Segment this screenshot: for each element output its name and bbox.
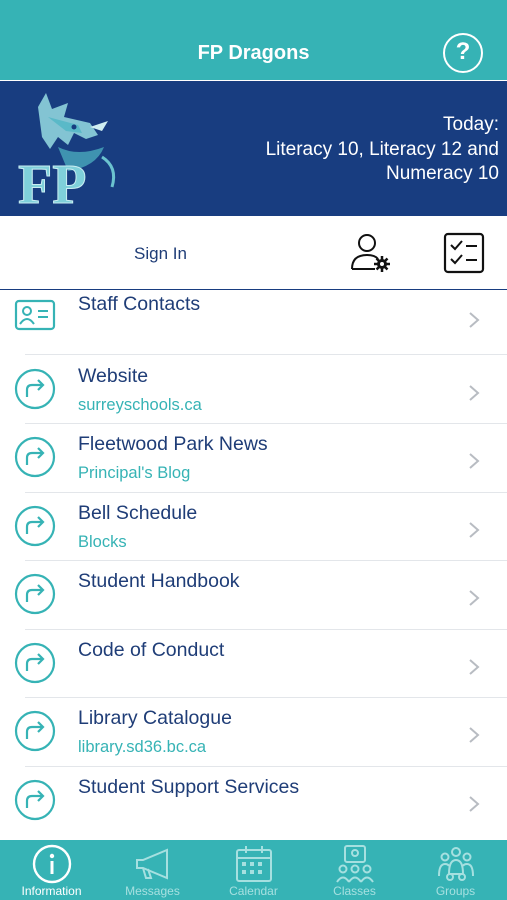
info-icon xyxy=(32,844,72,884)
menu-item-student-support-services[interactable]: Student Support Services xyxy=(0,767,507,835)
checklist-icon[interactable] xyxy=(443,232,485,274)
groups-icon xyxy=(438,847,474,881)
menu-item-subtitle: surreyschools.ca xyxy=(78,396,202,414)
menu-item-code-of-conduct[interactable]: Code of Conduct xyxy=(0,630,507,698)
app-header: FP Dragons ? xyxy=(0,0,507,80)
today-line-3: Numeracy 10 xyxy=(386,163,499,184)
menu-item-title: Library Catalogue xyxy=(78,707,232,729)
menu-item-website[interactable]: Website surreyschools.ca xyxy=(0,356,507,424)
contact-card-icon xyxy=(14,299,56,331)
school-banner: FP Today: Literacy 10, Literacy 12 and N… xyxy=(0,81,507,216)
app-title: FP Dragons xyxy=(197,42,310,64)
menu-item-title: Code of Conduct xyxy=(78,639,225,661)
menu-item-title: Student Handbook xyxy=(78,570,240,592)
tab-label: Messages xyxy=(125,884,180,898)
help-button[interactable]: ? xyxy=(443,33,483,73)
chevron-right-icon xyxy=(469,796,480,812)
chevron-right-icon xyxy=(469,385,480,401)
menu-item-title: Bell Schedule xyxy=(78,502,198,524)
menu-item-bell-schedule[interactable]: Bell Schedule Blocks xyxy=(0,493,507,561)
user-settings-icon[interactable] xyxy=(349,231,391,273)
school-logo: FP xyxy=(18,93,116,211)
logo-text: FP xyxy=(18,154,86,211)
share-arrow-icon xyxy=(14,573,56,615)
tab-messages[interactable]: Messages xyxy=(102,840,203,900)
sign-in-link[interactable]: Sign In xyxy=(134,244,187,264)
menu-item-subtitle: library.sd36.bc.ca xyxy=(78,738,207,756)
share-arrow-icon xyxy=(14,710,56,752)
menu-item-title: Student Support Services xyxy=(78,776,300,798)
megaphone-icon xyxy=(136,848,168,880)
menu-item-subtitle: Blocks xyxy=(78,533,127,551)
tab-label: Groups xyxy=(435,884,476,898)
menu-item-title: Website xyxy=(78,365,149,387)
chevron-right-icon xyxy=(469,312,480,328)
menu-item-fleetwood-park-news[interactable]: Fleetwood Park News Principal's Blog xyxy=(0,424,507,493)
tab-classes[interactable]: Classes xyxy=(304,840,405,900)
share-arrow-icon xyxy=(14,436,56,478)
tab-information[interactable]: Information xyxy=(1,840,102,900)
chevron-right-icon xyxy=(469,727,480,743)
classes-icon xyxy=(336,845,374,883)
chevron-right-icon xyxy=(469,659,480,675)
menu-item-student-handbook[interactable]: Student Handbook xyxy=(0,561,507,630)
tab-label: Classes xyxy=(333,884,376,898)
chevron-right-icon xyxy=(469,453,480,469)
account-bar: Sign In xyxy=(0,216,507,290)
menu-item-title: Staff Contacts xyxy=(78,293,201,315)
menu-item-title: Fleetwood Park News xyxy=(78,433,268,455)
share-arrow-icon xyxy=(14,642,56,684)
bottom-tab-bar: Information Messages Calendar Classes Gr… xyxy=(0,840,507,900)
tab-groups[interactable]: Groups xyxy=(405,840,506,900)
tab-calendar[interactable]: Calendar xyxy=(203,840,304,900)
row-separator xyxy=(25,354,507,355)
menu-item-subtitle: Principal's Blog xyxy=(78,464,191,482)
tab-label: Information xyxy=(21,884,82,898)
share-arrow-icon xyxy=(14,505,56,547)
calendar-icon xyxy=(236,846,272,882)
menu-item-staff-contacts[interactable]: Staff Contacts xyxy=(0,288,507,356)
today-line-1: Today: xyxy=(443,114,499,135)
chevron-right-icon xyxy=(469,590,480,606)
today-line-2: Literacy 10, Literacy 12 and xyxy=(265,138,499,160)
tab-label: Calendar xyxy=(229,884,278,898)
menu-item-library-catalogue[interactable]: Library Catalogue library.sd36.bc.ca xyxy=(0,698,507,767)
question-circle-icon: ? xyxy=(455,38,471,65)
chevron-right-icon xyxy=(469,522,480,538)
share-arrow-icon xyxy=(14,779,56,821)
share-arrow-icon xyxy=(14,368,56,410)
today-schedule: Today: Literacy 10, Literacy 12 and Nume… xyxy=(199,113,499,187)
